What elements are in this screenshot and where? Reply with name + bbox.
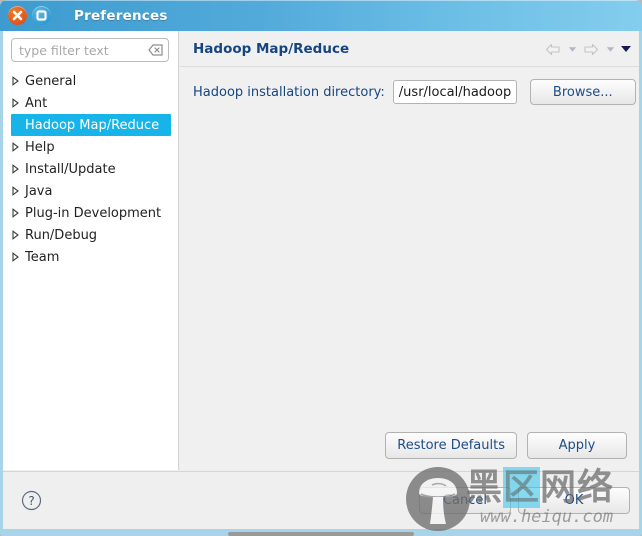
sidebar-item-label: General	[25, 73, 77, 89]
sidebar-item-label: Team	[25, 249, 60, 265]
preferences-sidebar: type filter text General Ant Hadoop Map/…	[3, 31, 179, 470]
cancel-button[interactable]: Cancel	[419, 487, 511, 514]
sidebar-item-ant[interactable]: Ant	[3, 92, 179, 114]
ok-button[interactable]: OK	[518, 487, 630, 514]
chevron-down-filled-icon[interactable]	[619, 40, 633, 58]
window-title: Preferences	[74, 7, 168, 24]
dialog-footer-buttons: Cancel OK	[419, 487, 630, 514]
chevron-down-icon[interactable]	[565, 40, 579, 58]
maximize-square-icon[interactable]	[32, 6, 51, 25]
hadoop-directory-row: Hadoop installation directory: Browse...	[193, 79, 636, 105]
content-header: Hadoop Map/Reduce	[180, 31, 639, 67]
hadoop-directory-input[interactable]	[392, 80, 517, 104]
chevron-right-icon[interactable]	[11, 186, 25, 196]
sidebar-item-help[interactable]: Help	[3, 136, 179, 158]
sidebar-item-hadoop-map-reduce[interactable]: Hadoop Map/Reduce	[11, 114, 171, 136]
sidebar-item-label: Plug-in Development	[25, 205, 162, 221]
chevron-right-icon[interactable]	[11, 252, 25, 262]
sidebar-item-label: Run/Debug	[25, 227, 98, 243]
sidebar-item-label: Install/Update	[25, 161, 116, 177]
search-input[interactable]: type filter text	[11, 38, 169, 62]
apply-button[interactable]: Apply	[527, 432, 627, 459]
hadoop-directory-label: Hadoop installation directory:	[193, 84, 385, 100]
sidebar-item-team[interactable]: Team	[3, 246, 179, 268]
chevron-right-icon[interactable]	[11, 76, 25, 86]
chevron-down-icon[interactable]	[603, 40, 617, 58]
restore-defaults-button[interactable]: Restore Defaults	[385, 432, 517, 459]
navigation-toolbar	[543, 40, 633, 58]
clear-backspace-icon[interactable]	[148, 44, 163, 56]
chevron-right-icon[interactable]	[11, 98, 25, 108]
page-title: Hadoop Map/Reduce	[193, 40, 350, 57]
chevron-right-icon[interactable]	[11, 230, 25, 240]
sidebar-item-plug-in-development[interactable]: Plug-in Development	[3, 202, 179, 224]
sidebar-item-install-update[interactable]: Install/Update	[3, 158, 179, 180]
dialog-body: type filter text General Ant Hadoop Map/…	[3, 31, 639, 529]
chevron-right-icon[interactable]	[11, 164, 25, 174]
sidebar-item-label: Hadoop Map/Reduce	[25, 117, 160, 133]
close-icon[interactable]	[8, 6, 27, 25]
arrow-right-icon[interactable]	[581, 40, 601, 58]
arrow-left-icon[interactable]	[543, 40, 563, 58]
sidebar-item-label: Java	[25, 183, 53, 199]
sidebar-item-label: Ant	[25, 95, 48, 111]
sidebar-item-java[interactable]: Java	[3, 180, 179, 202]
chevron-right-icon[interactable]	[11, 208, 25, 218]
dialog-footer: ? Cancel OK	[3, 471, 639, 529]
sidebar-item-run-debug[interactable]: Run/Debug	[3, 224, 179, 246]
sidebar-item-label: Help	[25, 139, 55, 155]
preferences-content-pane: Hadoop Map/Reduce Hadoop installation di…	[180, 31, 639, 470]
svg-text:?: ?	[28, 494, 34, 508]
preferences-window: Preferences type filter text General Ant…	[0, 0, 642, 536]
chevron-right-icon[interactable]	[11, 142, 25, 152]
filter-placeholder-text: type filter text	[19, 42, 109, 58]
window-titlebar[interactable]: Preferences	[0, 0, 642, 31]
window-bottom-trim	[0, 529, 642, 536]
content-action-buttons: Restore Defaults Apply	[385, 432, 627, 459]
filter-field-wrapper: type filter text	[11, 38, 169, 62]
preferences-tree: General Ant Hadoop Map/Reduce Help Insta…	[3, 70, 179, 268]
help-question-icon[interactable]: ?	[21, 490, 42, 511]
sidebar-item-general[interactable]: General	[3, 70, 179, 92]
browse-button[interactable]: Browse...	[529, 79, 636, 105]
